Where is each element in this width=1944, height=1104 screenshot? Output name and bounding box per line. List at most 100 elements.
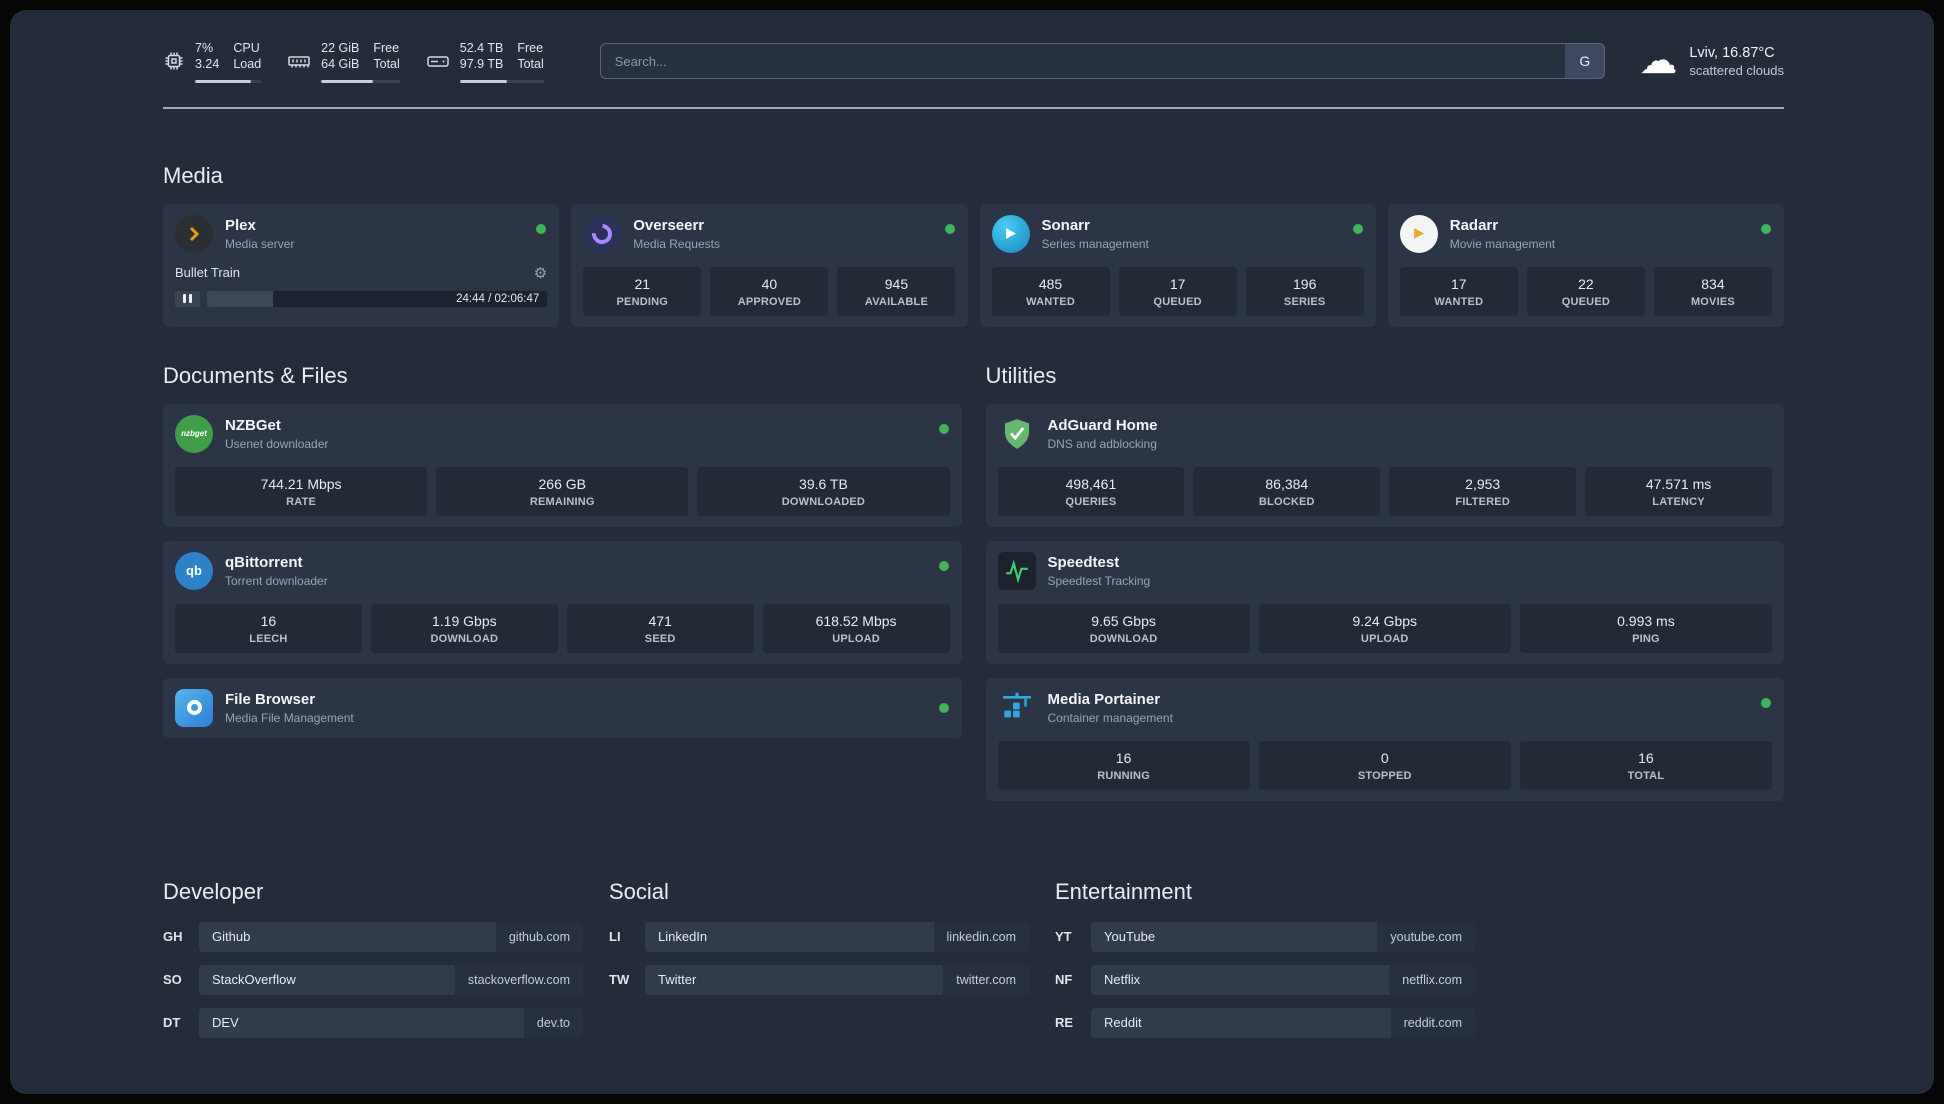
bookmark-name: StackOverflow bbox=[199, 964, 455, 995]
app-name: AdGuard Home bbox=[1047, 416, 1158, 434]
stat-tile: 17 QUEUED bbox=[1118, 266, 1237, 316]
stat-tile: 471 SEED bbox=[566, 603, 754, 653]
qbittorrent-card[interactable]: qb qBittorrent Torrent downloader 16 LEEC… bbox=[163, 540, 962, 664]
ram-total-label: Total bbox=[373, 57, 400, 72]
app-name: qBittorrent bbox=[225, 553, 303, 571]
speedtest-card[interactable]: Speedtest Speedtest Tracking 9.65 Gbps DO… bbox=[985, 540, 1784, 664]
top-bar: 7% 3.24 CPU Load 22 GiB 64 GiB Free Tota… bbox=[163, 40, 1784, 83]
bookmark-url: youtube.com bbox=[1377, 921, 1475, 952]
filebrowser-card[interactable]: File Browser Media File Management bbox=[163, 677, 962, 738]
documents-column: Documents & Files nzbget NZBGet Usenet d… bbox=[163, 363, 962, 815]
plex-card[interactable]: Plex Media server Bullet Train ⚙ 24:44 /… bbox=[163, 203, 560, 327]
entertainment-section: Entertainment YT YouTube youtube.com NF … bbox=[1055, 879, 1475, 1051]
disk-icon bbox=[426, 50, 450, 72]
stat-tile: 0 STOPPED bbox=[1258, 740, 1511, 790]
bookmark-name: Github bbox=[199, 921, 496, 952]
bookmark-netflix[interactable]: NF Netflix netflix.com bbox=[1055, 964, 1475, 995]
app-subtitle: Media File Management bbox=[225, 710, 354, 725]
stat-tile: 9.65 Gbps DOWNLOAD bbox=[997, 603, 1250, 653]
social-section: Social LI LinkedIn linkedin.com TW Twitt… bbox=[609, 879, 1029, 1051]
cpu-load-label: Load bbox=[233, 57, 262, 72]
nzbget-card[interactable]: nzbget NZBGet Usenet downloader 744.21 M… bbox=[163, 403, 962, 527]
bookmark-url: linkedin.com bbox=[933, 921, 1029, 952]
ram-free-label: Free bbox=[373, 41, 400, 55]
search-engine-button[interactable]: G bbox=[1565, 43, 1606, 80]
gear-icon[interactable]: ⚙ bbox=[534, 264, 547, 282]
search-input[interactable] bbox=[599, 43, 1606, 80]
qbittorrent-icon: qb bbox=[175, 551, 213, 590]
bookmark-url: reddit.com bbox=[1390, 1007, 1475, 1038]
bookmark-name: Netflix bbox=[1091, 964, 1390, 995]
bookmark-stackoverflow[interactable]: SO StackOverflow stackoverflow.com bbox=[163, 964, 583, 995]
utilities-column: Utilities AdGuard Home DNS and adblockin… bbox=[985, 363, 1784, 815]
cpu-percent: 7% bbox=[195, 41, 214, 55]
bookmark-name: DEV bbox=[199, 1007, 524, 1038]
bookmark-abbr: RE bbox=[1055, 1015, 1074, 1030]
pause-button[interactable] bbox=[175, 290, 200, 307]
filebrowser-status-dot bbox=[938, 702, 949, 713]
app-name: Media Portainer bbox=[1047, 690, 1161, 708]
bookmark-name: Twitter bbox=[645, 964, 944, 995]
app-subtitle: Usenet downloader bbox=[225, 436, 329, 451]
stat-tile: 744.21 Mbps RATE bbox=[175, 466, 428, 516]
bookmark-reddit[interactable]: RE Reddit reddit.com bbox=[1055, 1007, 1475, 1038]
speedtest-waveform-icon bbox=[997, 551, 1036, 590]
app-subtitle: Torrent downloader bbox=[225, 573, 328, 588]
social-heading: Social bbox=[609, 878, 669, 904]
stat-tile: 498,461 QUERIES bbox=[997, 466, 1185, 516]
bookmark-twitter[interactable]: TW Twitter twitter.com bbox=[609, 964, 1029, 995]
bookmark-youtube[interactable]: YT YouTube youtube.com bbox=[1055, 921, 1475, 952]
overseerr-card[interactable]: Overseerr Media Requests 21 PENDING 40 APP… bbox=[571, 203, 968, 327]
app-name: NZBGet bbox=[225, 416, 281, 434]
playback-progress-bar[interactable]: 24:44 / 02:06:47 bbox=[207, 290, 548, 307]
developer-section: Developer GH Github github.com SO StackO… bbox=[163, 879, 583, 1051]
bookmark-abbr: SO bbox=[163, 972, 182, 987]
bookmark-dev[interactable]: DT DEV dev.to bbox=[163, 1007, 583, 1038]
ram-usage-bar bbox=[321, 79, 400, 83]
nzbget-icon: nzbget bbox=[175, 414, 213, 453]
weather-location: Lviv, 16.87°C bbox=[1689, 44, 1775, 61]
bookmark-github[interactable]: GH Github github.com bbox=[163, 921, 583, 952]
sonarr-icon bbox=[991, 214, 1030, 253]
stat-tile: 21 PENDING bbox=[583, 266, 702, 316]
app-subtitle: Series management bbox=[1041, 236, 1149, 251]
stat-tile: 17 WANTED bbox=[1399, 266, 1518, 316]
disk-total-value: 97.9 TB bbox=[459, 57, 504, 72]
documents-section-heading: Documents & Files bbox=[163, 362, 348, 388]
app-name: Speedtest bbox=[1047, 553, 1120, 571]
search-bar: G bbox=[599, 43, 1606, 80]
sonarr-status-dot bbox=[1352, 223, 1363, 234]
radarr-card[interactable]: Radarr Movie management 17 WANTED 22 QUEUE… bbox=[1387, 203, 1784, 327]
stat-tile: 266 GB REMAINING bbox=[436, 466, 689, 516]
cpu-label: CPU bbox=[233, 41, 260, 55]
bookmark-abbr: NF bbox=[1055, 972, 1073, 987]
stat-tile: 39.6 TB DOWNLOADED bbox=[697, 466, 950, 516]
portainer-card[interactable]: Media Portainer Container management 16 R… bbox=[985, 677, 1784, 801]
bookmark-name: YouTube bbox=[1091, 921, 1378, 952]
plex-status-dot bbox=[536, 223, 547, 234]
stat-tile: 618.52 Mbps UPLOAD bbox=[762, 603, 950, 653]
entertainment-heading: Entertainment bbox=[1055, 878, 1192, 904]
bookmark-abbr: TW bbox=[609, 972, 630, 987]
media-section-heading: Media bbox=[163, 162, 223, 188]
overseerr-status-dot bbox=[944, 223, 955, 234]
stat-tile: 0.993 ms PING bbox=[1519, 603, 1773, 653]
ram-free-value: 22 GiB bbox=[321, 41, 360, 55]
app-name: File Browser bbox=[225, 690, 316, 708]
bookmark-abbr: YT bbox=[1055, 929, 1072, 944]
stat-tile: 485 WANTED bbox=[991, 266, 1110, 316]
adguard-card[interactable]: AdGuard Home DNS and adblocking 498,461 Q… bbox=[985, 403, 1784, 527]
cloud-icon: ☁ bbox=[1639, 40, 1678, 83]
cpu-metric: 7% 3.24 CPU Load bbox=[163, 40, 262, 83]
playback-time: 24:44 / 02:06:47 bbox=[456, 292, 540, 305]
disk-usage-bar bbox=[459, 79, 544, 83]
bookmark-linkedin[interactable]: LI LinkedIn linkedin.com bbox=[609, 921, 1029, 952]
stat-tile: 16 LEECH bbox=[175, 603, 362, 653]
app-subtitle: Media server bbox=[225, 236, 295, 251]
sonarr-card[interactable]: Sonarr Series management 485 WANTED 17 QUE… bbox=[979, 203, 1376, 327]
qbittorrent-status-dot bbox=[938, 560, 949, 571]
bookmark-abbr: DT bbox=[163, 1015, 181, 1030]
cpu-load-value: 3.24 bbox=[195, 57, 220, 72]
overseerr-icon bbox=[583, 214, 622, 253]
stat-tile: 945 AVAILABLE bbox=[837, 266, 956, 316]
